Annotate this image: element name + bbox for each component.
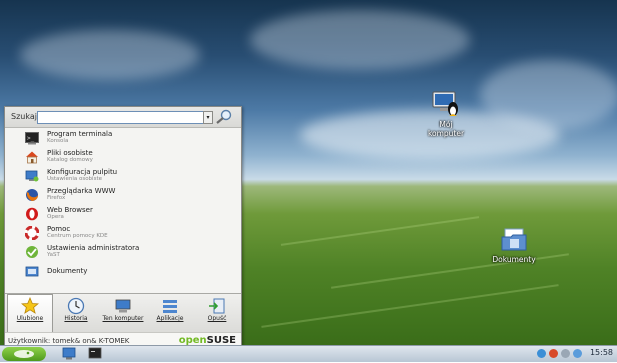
item-title: Pomoc xyxy=(47,225,71,233)
item-subtitle: Ustawienia osobiste xyxy=(47,176,102,182)
cloud xyxy=(250,10,470,70)
cloud xyxy=(480,60,617,130)
list-icon xyxy=(163,300,177,313)
favorites-list: >_ Program terminala Konsola Pliki osobi… xyxy=(5,129,241,281)
menu-tab-strip: Ulubione Historia Ten komputer Aplikacje xyxy=(5,293,241,333)
documents-folder-icon xyxy=(25,266,39,277)
opensuse-gecko-icon xyxy=(14,350,34,358)
item-title: Dokumenty xyxy=(47,267,88,275)
list-item-web-browser-firefox[interactable]: Przeglądarka WWW Firefox xyxy=(5,186,241,204)
user-info: Użytkownik: tomek& on& K-TOMEK xyxy=(8,337,130,345)
search-label: Szukaj: xyxy=(11,112,40,121)
desktop-icon-label: Mój xyxy=(439,120,453,129)
terminal-icon: >_ xyxy=(25,132,39,145)
list-item-terminal[interactable]: >_ Program terminala Konsola xyxy=(5,129,241,147)
logout-icon xyxy=(209,298,225,314)
home-folder-icon xyxy=(26,151,38,164)
item-subtitle: Firefox xyxy=(47,195,66,201)
search-icon[interactable] xyxy=(215,109,233,125)
cloud xyxy=(20,30,200,80)
terminal-icon[interactable] xyxy=(88,347,102,360)
clock-icon xyxy=(67,297,85,315)
clock[interactable]: 15:58 xyxy=(590,348,613,357)
item-subtitle: YaST xyxy=(47,252,60,258)
item-title: Konfiguracja pulpitu xyxy=(47,168,118,176)
desktop-icon-my-computer[interactable]: Mój komputer xyxy=(410,90,482,138)
item-title: Program terminala xyxy=(47,130,113,138)
search-history-dropdown[interactable]: ▾ xyxy=(203,111,213,124)
yast-icon xyxy=(26,246,38,258)
list-item-desktop-settings[interactable]: Konfiguracja pulpitu Ustawienia osobiste xyxy=(5,167,241,185)
search-input[interactable] xyxy=(37,111,205,124)
clipboard-tray-icon[interactable] xyxy=(561,349,570,358)
tab-history[interactable]: Historia xyxy=(54,295,98,331)
item-title: Pliki osobiste xyxy=(47,149,93,157)
desktop-settings-icon xyxy=(25,170,39,182)
desktop-icon-label: komputer xyxy=(427,129,465,138)
tab-this-computer[interactable]: Ten komputer xyxy=(101,295,145,331)
show-desktop-icon[interactable] xyxy=(62,347,76,360)
list-item-admin-settings[interactable]: Ustawienia administratora YaST xyxy=(5,243,241,261)
search-bar: Szukaj: ▾ xyxy=(5,107,241,128)
item-title: Web Browser xyxy=(47,206,93,214)
help-lifebuoy-icon xyxy=(25,226,39,240)
opera-icon xyxy=(26,207,38,221)
grass-detail xyxy=(261,284,559,328)
start-menu-button[interactable] xyxy=(2,347,46,361)
computer-icon xyxy=(115,299,131,313)
network-tray-icon[interactable] xyxy=(537,349,546,358)
tab-label: Ten komputer xyxy=(102,315,144,322)
tab-label: Aplikacje xyxy=(156,315,184,322)
tab-label: Historia xyxy=(64,315,88,322)
list-item-documents[interactable]: Dokumenty xyxy=(5,262,241,280)
tab-label: Opuść xyxy=(207,315,227,322)
computer-tux-icon xyxy=(432,91,458,116)
list-item-web-browser-opera[interactable]: Web Browser Opera xyxy=(5,205,241,223)
item-title: Ustawienia administratora xyxy=(47,244,140,252)
tab-favorites[interactable]: Ulubione xyxy=(7,294,53,333)
tab-applications[interactable]: Aplikacje xyxy=(148,295,192,331)
list-item-help[interactable]: Pomoc Centrum pomocy KDE xyxy=(5,224,241,242)
item-subtitle: Centrum pomocy KDE xyxy=(47,233,108,239)
star-icon xyxy=(21,297,39,314)
grass-detail xyxy=(280,216,480,246)
item-subtitle: Katalog domowy xyxy=(47,157,93,163)
tab-leave[interactable]: Opuść xyxy=(195,295,239,331)
updater-tray-icon[interactable] xyxy=(549,349,558,358)
volume-tray-icon[interactable] xyxy=(573,349,582,358)
item-subtitle: Opera xyxy=(47,214,64,220)
tab-label: Ulubione xyxy=(16,315,44,322)
item-subtitle: Konsola xyxy=(47,138,69,144)
kickoff-menu: Szukaj: ▾ >_ Program terminala Konsola P… xyxy=(4,106,242,351)
svg-text:>_: >_ xyxy=(27,135,35,142)
documents-folder-icon xyxy=(501,228,527,251)
item-title: Przeglądarka WWW xyxy=(47,187,116,195)
list-item-personal-files[interactable]: Pliki osobiste Katalog domowy xyxy=(5,148,241,166)
desktop-icon-label: Dokumenty xyxy=(492,255,536,264)
desktop-icon-documents[interactable]: Dokumenty xyxy=(478,225,550,264)
firefox-icon xyxy=(26,189,38,201)
taskbar: 15:58 xyxy=(0,345,617,362)
